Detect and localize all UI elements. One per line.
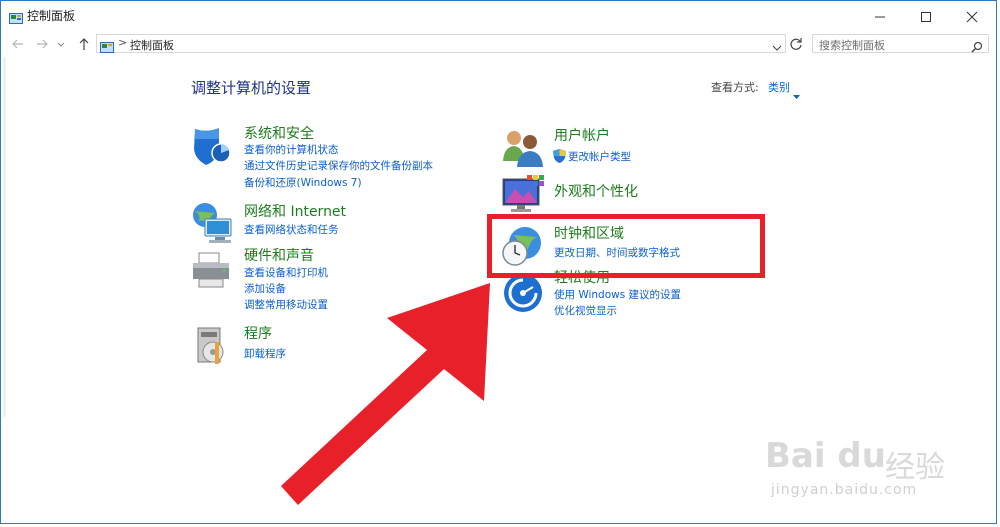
category-title[interactable]: 用户帐户 bbox=[554, 125, 610, 145]
breadcrumb-control-panel[interactable]: 控制面板 bbox=[130, 37, 174, 53]
close-icon bbox=[966, 11, 978, 23]
link-uninstall-program[interactable]: 卸载程序 bbox=[244, 346, 286, 361]
category-title[interactable]: 程序 bbox=[244, 323, 272, 343]
link-change-account-type[interactable]: 更改帐户类型 bbox=[568, 149, 631, 164]
category-title[interactable]: 系统和安全 bbox=[244, 123, 314, 143]
maximize-button[interactable] bbox=[903, 1, 949, 31]
network-icon[interactable] bbox=[191, 201, 235, 245]
link-network-status-tasks[interactable]: 查看网络状态和任务 bbox=[244, 222, 339, 237]
caret-down-icon[interactable] bbox=[793, 84, 800, 103]
navigation-bar: > 控制面板 搜索控制面板 bbox=[1, 31, 996, 57]
refresh-icon bbox=[790, 38, 802, 50]
category-title[interactable]: 网络和 Internet bbox=[244, 201, 346, 221]
up-button[interactable] bbox=[75, 36, 93, 52]
minimize-button[interactable] bbox=[857, 1, 903, 31]
shield-icon[interactable] bbox=[191, 125, 235, 169]
search-icon[interactable] bbox=[971, 38, 983, 57]
control-panel-window: 控制面板 > 控制面板 搜索控制面板 调整计算机的设置 查看方式: 类别 系统和… bbox=[0, 0, 997, 524]
category-title[interactable]: 时钟和区域 bbox=[554, 223, 624, 243]
category-title[interactable]: 硬件和声音 bbox=[244, 245, 314, 265]
refresh-button[interactable] bbox=[788, 36, 804, 52]
ease-of-access-icon[interactable] bbox=[501, 271, 545, 315]
link-devices-printers[interactable]: 查看设备和打印机 bbox=[244, 265, 328, 280]
printer-icon[interactable] bbox=[191, 249, 235, 293]
back-arrow-icon bbox=[12, 39, 23, 49]
clock-globe-icon[interactable] bbox=[501, 225, 545, 269]
link-mobility-settings[interactable]: 调整常用移动设置 bbox=[244, 297, 328, 312]
recent-locations-button[interactable] bbox=[56, 36, 66, 52]
link-add-device[interactable]: 添加设备 bbox=[244, 281, 286, 296]
address-dropdown-icon[interactable] bbox=[772, 38, 782, 57]
link-backup-restore[interactable]: 备份和还原(Windows 7) bbox=[244, 175, 362, 190]
breadcrumb-separator: > bbox=[118, 36, 128, 49]
link-windows-suggested-settings[interactable]: 使用 Windows 建议的设置 bbox=[554, 287, 681, 302]
control-panel-icon bbox=[100, 38, 114, 57]
programs-icon[interactable] bbox=[191, 324, 235, 368]
forward-arrow-icon bbox=[37, 39, 48, 49]
link-view-computer-status[interactable]: 查看你的计算机状态 bbox=[244, 142, 339, 157]
uac-shield-icon bbox=[553, 148, 566, 167]
forward-button[interactable] bbox=[33, 36, 51, 52]
view-by-label: 查看方式: bbox=[711, 81, 759, 94]
close-button[interactable] bbox=[949, 1, 995, 31]
search-input[interactable]: 搜索控制面板 bbox=[819, 37, 885, 53]
users-icon[interactable] bbox=[501, 127, 545, 171]
category-title[interactable]: 外观和个性化 bbox=[554, 181, 638, 201]
window-title: 控制面板 bbox=[27, 9, 76, 23]
link-optimize-visual-display[interactable]: 优化视觉显示 bbox=[554, 303, 617, 318]
chevron-down-icon bbox=[57, 42, 65, 47]
address-bar[interactable]: > 控制面板 bbox=[96, 34, 786, 53]
link-change-date-time-format[interactable]: 更改日期、时间或数字格式 bbox=[554, 245, 680, 260]
page-heading: 调整计算机的设置 bbox=[191, 79, 312, 97]
control-panel-icon bbox=[9, 9, 23, 24]
link-file-history-backup[interactable]: 通过文件历史记录保存你的文件备份副本 bbox=[244, 158, 433, 173]
back-button[interactable] bbox=[9, 36, 27, 52]
view-by-dropdown[interactable]: 类别 bbox=[768, 79, 790, 95]
maximize-icon bbox=[921, 12, 931, 22]
search-box[interactable]: 搜索控制面板 bbox=[812, 34, 989, 53]
monitor-icon[interactable] bbox=[501, 173, 545, 217]
minimize-icon bbox=[875, 16, 885, 18]
up-arrow-icon bbox=[79, 38, 89, 50]
left-edge-strip bbox=[3, 57, 6, 417]
category-title[interactable]: 轻松使用 bbox=[554, 267, 610, 287]
title-bar: 控制面板 bbox=[1, 1, 996, 31]
